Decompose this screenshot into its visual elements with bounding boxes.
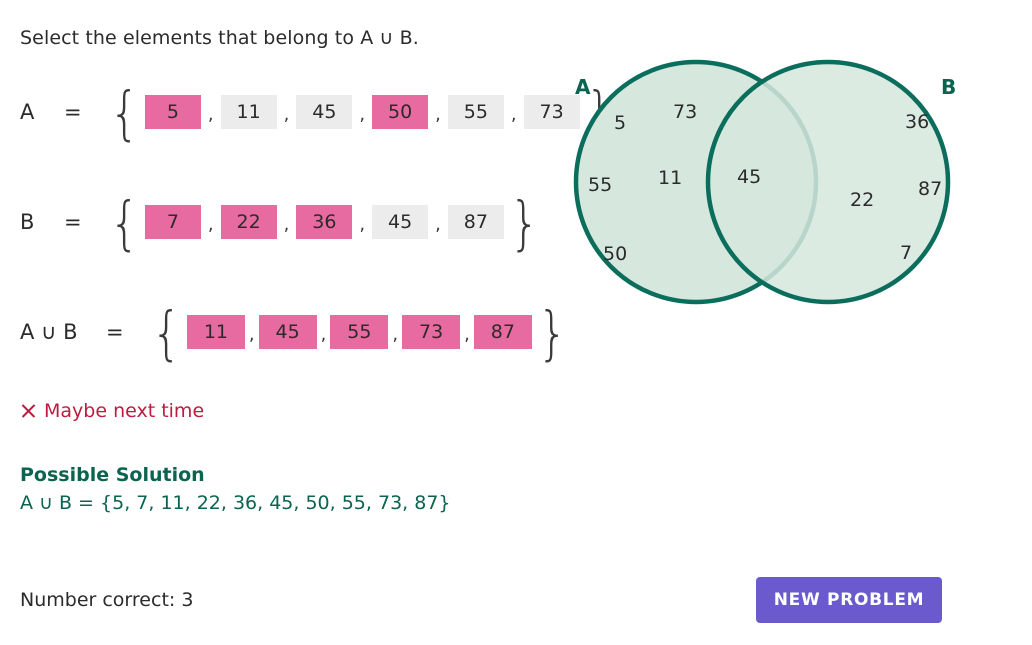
set-a-equals: = <box>64 100 82 124</box>
set-union-label: A ∪ B <box>20 320 78 344</box>
venn-item-a: 73 <box>673 101 697 123</box>
venn-item-a: 55 <box>588 174 612 196</box>
separator-comma: , <box>248 324 255 345</box>
element-chip[interactable]: 11 <box>220 95 277 129</box>
x-icon <box>20 403 36 419</box>
separator-comma: , <box>435 104 441 125</box>
venn-diagram: A B 5 73 55 11 50 45 36 87 22 7 <box>548 52 1008 326</box>
venn-item-b: 36 <box>905 111 929 133</box>
venn-label-a: A <box>575 75 591 99</box>
separator-comma: , <box>464 324 470 345</box>
feedback-message: Maybe next time <box>20 400 204 422</box>
score-label: Number correct: 3 <box>20 589 194 611</box>
element-chip[interactable]: 73 <box>402 315 461 349</box>
set-a-row: A = { 5 , 11 , 45 , 50 , 55 , 73 } <box>20 84 620 142</box>
element-chip[interactable]: 45 <box>296 95 353 129</box>
separator-comma: , <box>207 214 214 235</box>
element-chip[interactable]: 36 <box>296 205 353 239</box>
set-b-equals: = <box>64 210 82 234</box>
page-title: Select the elements that belong to A ∪ B… <box>20 27 419 49</box>
set-union-equals: = <box>106 320 124 344</box>
element-chip[interactable]: 5 <box>144 95 201 129</box>
separator-comma: , <box>283 104 290 125</box>
feedback-text: Maybe next time <box>44 400 205 422</box>
set-b-row: B = { 7 , 22 , 36 , 45 , 87 } <box>20 189 540 257</box>
element-chip[interactable]: 55 <box>330 315 389 349</box>
separator-comma: , <box>392 324 399 345</box>
venn-item-intersection: 45 <box>737 166 761 188</box>
element-chip[interactable]: 50 <box>372 95 429 129</box>
venn-item-a: 11 <box>658 167 682 189</box>
separator-comma: , <box>510 104 517 125</box>
solution-heading: Possible Solution <box>20 464 205 486</box>
separator-comma: , <box>359 104 366 125</box>
separator-comma: , <box>320 324 327 345</box>
element-chip[interactable]: 11 <box>186 315 245 349</box>
venn-item-a: 5 <box>614 112 626 134</box>
element-chip[interactable]: 87 <box>447 205 504 239</box>
set-union-chips: 11 , 45 , 55 , 73 , 87 <box>186 315 532 349</box>
set-union-row: A ∪ B = { 11 , 45 , 55 , 73 , 87 } <box>20 299 568 367</box>
separator-comma: , <box>359 214 366 235</box>
set-a-chips: 5 , 11 , 45 , 50 , 55 , 73 <box>144 95 580 129</box>
separator-comma: , <box>435 214 441 235</box>
set-b-chips: 7 , 22 , 36 , 45 , 87 <box>144 205 504 239</box>
element-chip[interactable]: 55 <box>447 95 504 129</box>
set-a-label: A <box>20 100 35 124</box>
venn-item-a: 50 <box>603 243 627 265</box>
venn-label-b: B <box>941 75 956 99</box>
venn-svg: A B 5 73 55 11 50 45 36 87 22 7 <box>573 59 956 305</box>
solution-text: A ∪ B = {5, 7, 11, 22, 36, 45, 50, 55, 7… <box>20 492 451 514</box>
element-chip[interactable]: 22 <box>220 205 277 239</box>
venn-item-b: 87 <box>918 178 942 200</box>
new-problem-button[interactable]: NEW PROBLEM <box>756 577 942 623</box>
element-chip[interactable]: 87 <box>473 315 532 349</box>
element-chip[interactable]: 45 <box>372 205 429 239</box>
venn-item-b: 22 <box>850 189 874 211</box>
venn-item-b: 7 <box>900 242 912 264</box>
element-chip[interactable]: 7 <box>144 205 201 239</box>
separator-comma: , <box>283 214 290 235</box>
element-chip[interactable]: 45 <box>258 315 317 349</box>
set-b-label: B <box>20 210 35 234</box>
separator-comma: , <box>207 104 214 125</box>
